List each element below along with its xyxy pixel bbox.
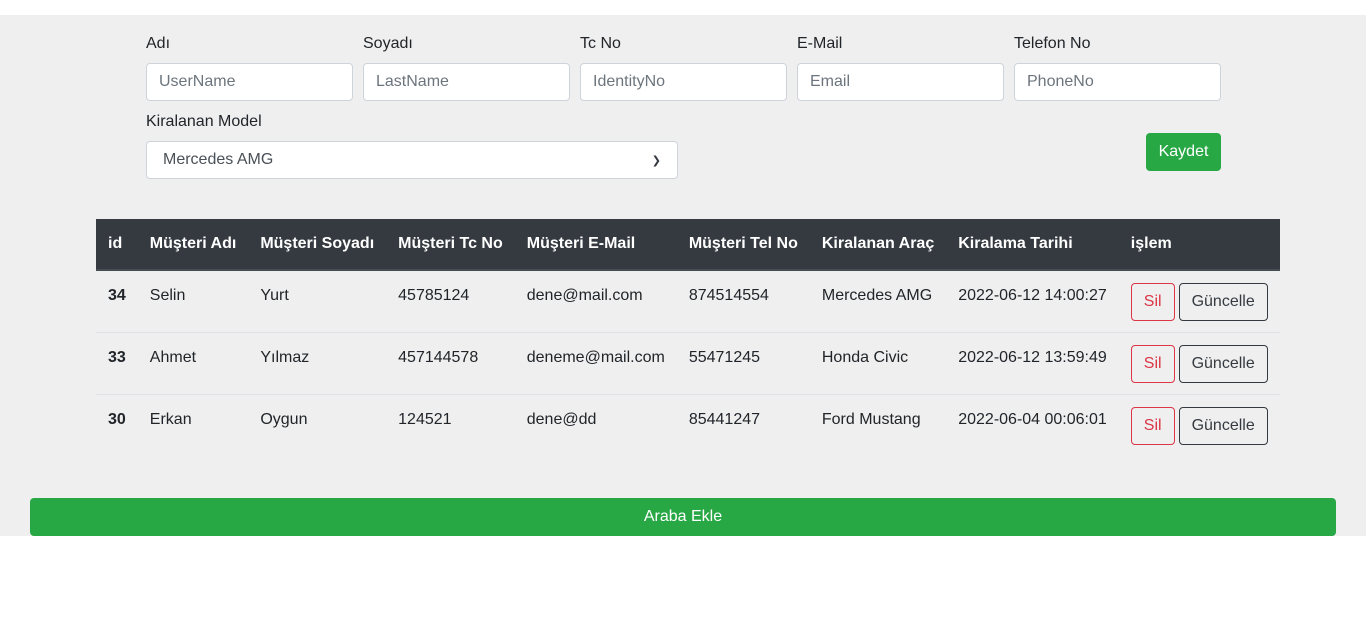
model-select[interactable]: Mercedes AMG ❯ — [146, 141, 678, 179]
row-car: Mercedes AMG — [821, 287, 933, 304]
table-row: 33 Ahmet Yılmaz 457144578 deneme@mail.co… — [96, 331, 1280, 394]
first-name-label: Adı — [146, 35, 171, 52]
rentals-table: id Müşteri Adı Müşteri Soyadı Müşteri Tc… — [96, 219, 1280, 456]
header-name: Müşteri Adı — [137, 219, 249, 271]
row-phone: 85441247 — [676, 393, 810, 456]
row-actions: Sil Güncelle — [1118, 393, 1280, 456]
row-phone: 55471245 — [676, 331, 810, 394]
chevron-down-icon: ❯ — [651, 154, 661, 167]
delete-button[interactable]: Sil — [1130, 344, 1175, 383]
row-id: 34 — [108, 287, 126, 304]
phone-label: Telefon No — [1014, 35, 1091, 52]
row-email: dene@mail.com — [526, 287, 643, 304]
row-tc: 457144578 — [386, 331, 515, 394]
update-button[interactable]: Güncelle — [1178, 283, 1268, 321]
tc-no-input[interactable] — [580, 63, 787, 101]
model-select-value: Mercedes AMG — [163, 151, 274, 168]
header-car: Kiralanan Araç — [809, 219, 947, 271]
first-name-input[interactable] — [146, 63, 353, 101]
row-car: Ford Mustang — [809, 393, 947, 456]
email-input[interactable] — [797, 63, 1004, 101]
header-phone: Müşteri Tel No — [676, 219, 810, 271]
phone-input[interactable] — [1014, 63, 1221, 101]
row-id: 30 — [96, 393, 138, 456]
row-surname: Oygun — [248, 393, 387, 456]
header-date: Kiralama Tarihi — [946, 219, 1119, 271]
header-email: Müşteri E-Mail — [514, 219, 677, 271]
add-car-button[interactable]: Araba Ekle — [30, 498, 1336, 536]
model-label: Kiralanan Model — [146, 113, 262, 130]
row-date: 2022-06-12 14:00:27 — [958, 287, 1107, 304]
row-surname: Yılmaz — [248, 331, 387, 394]
row-date: 2022-06-12 13:59:49 — [946, 331, 1119, 394]
row-email: dene@dd — [514, 393, 677, 456]
delete-button[interactable]: Sil — [1130, 283, 1175, 321]
row-name: Selin — [149, 287, 186, 304]
update-button[interactable]: Güncelle — [1178, 406, 1268, 445]
email-label: E-Mail — [797, 35, 843, 52]
header-actions: işlem — [1118, 219, 1280, 271]
save-button[interactable]: Kaydet — [1146, 133, 1221, 171]
last-name-input[interactable] — [363, 63, 570, 101]
row-actions: Sil Güncelle — [1119, 270, 1280, 332]
update-button[interactable]: Güncelle — [1178, 344, 1268, 383]
row-car: Honda Civic — [809, 331, 947, 394]
row-actions: Sil Güncelle — [1118, 331, 1280, 394]
table-row: 30 Erkan Oygun 124521 dene@dd 85441247 F… — [96, 393, 1280, 456]
header-tc: Müşteri Tc No — [386, 219, 515, 271]
last-name-label: Soyadı — [363, 35, 413, 52]
row-name: Ahmet — [137, 331, 249, 394]
delete-button[interactable]: Sil — [1130, 406, 1175, 445]
row-phone: 874514554 — [688, 287, 769, 304]
row-date: 2022-06-04 00:06:01 — [946, 393, 1119, 456]
row-name: Erkan — [137, 393, 249, 456]
header-id: id — [96, 219, 138, 271]
header-surname: Müşteri Soyadı — [248, 219, 387, 271]
row-email: deneme@mail.com — [514, 331, 677, 394]
row-tc: 124521 — [386, 393, 515, 456]
row-surname: Yurt — [260, 287, 289, 304]
table-header-row: id Müşteri Adı Müşteri Soyadı Müşteri Tc… — [96, 219, 1280, 271]
tc-no-label: Tc No — [580, 35, 621, 52]
table-row: 34 Selin Yurt 45785124 dene@mail.com 874… — [96, 270, 1280, 332]
row-tc: 45785124 — [398, 287, 470, 304]
row-id: 33 — [96, 331, 138, 394]
